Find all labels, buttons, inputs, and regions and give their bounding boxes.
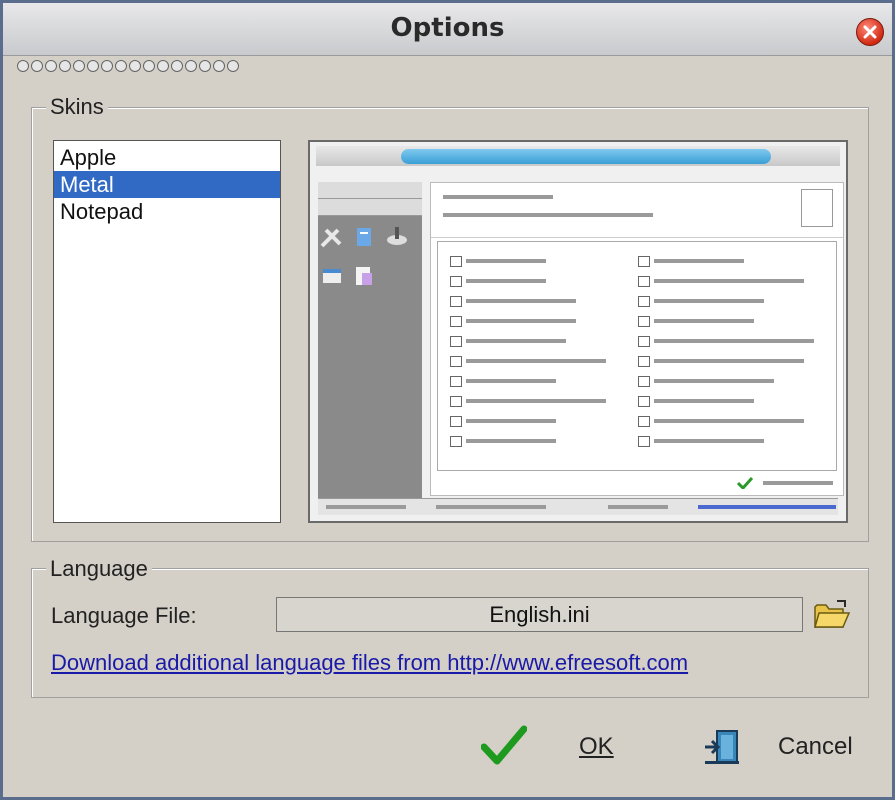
options-window: Options Skins Apple Metal Notepad Langua… (0, 0, 895, 800)
close-icon (863, 25, 877, 39)
skin-item-notepad[interactable]: Notepad (54, 198, 280, 225)
language-legend: Language (46, 556, 152, 582)
drag-grip[interactable] (17, 59, 241, 73)
folder-open-icon (814, 600, 851, 628)
title-bar[interactable]: Options (3, 3, 892, 56)
exit-door-icon (705, 730, 739, 764)
language-group (31, 568, 869, 698)
close-button[interactable] (856, 18, 884, 46)
checkmark-icon (481, 725, 527, 765)
cancel-label: Cancel (778, 733, 853, 760)
download-language-link[interactable]: Download additional language files from … (51, 650, 688, 676)
language-file-field[interactable]: English.ini (276, 597, 803, 632)
skins-listbox[interactable]: Apple Metal Notepad (53, 140, 281, 523)
skins-legend: Skins (46, 94, 108, 120)
skin-item-apple[interactable]: Apple (54, 144, 280, 171)
skin-preview-image (308, 140, 848, 523)
cancel-button[interactable]: Cancel (703, 721, 863, 771)
language-file-label: Language File: (51, 603, 197, 628)
browse-folder-button[interactable] (813, 599, 851, 631)
skin-item-metal[interactable]: Metal (54, 171, 280, 198)
window-title: Options (390, 13, 505, 43)
ok-button[interactable]: OK (481, 721, 631, 771)
ok-label: OK (579, 733, 614, 760)
